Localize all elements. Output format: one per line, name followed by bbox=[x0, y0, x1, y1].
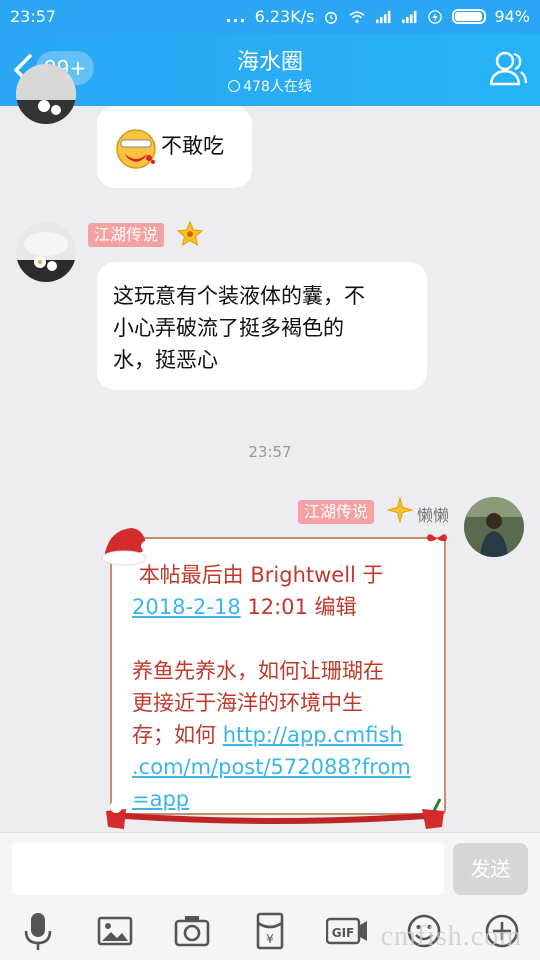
message-text: 不敢吃 bbox=[161, 134, 224, 158]
edit-note-prefix: 本帖最后由 Brightwell 于 bbox=[138, 563, 384, 587]
online-count: 478人在线 bbox=[0, 76, 540, 96]
card-content: 本帖最后由 Brightwell 于 2018-2-18 12:01 编辑 养鱼… bbox=[132, 559, 432, 815]
message-bubble[interactable]: 不敢吃 bbox=[97, 106, 252, 188]
rank-tag: 江湖传说 bbox=[88, 223, 165, 247]
status-time: 23:57 bbox=[10, 7, 57, 26]
page-title: 海水圈 bbox=[236, 50, 303, 75]
message-line: 水，挺恶心 bbox=[113, 348, 218, 372]
flower-avatar-icon bbox=[16, 64, 76, 124]
microphone-icon[interactable] bbox=[20, 911, 56, 951]
signal-icon-2 bbox=[402, 10, 417, 23]
post-url-link[interactable]: .com/m/post/572088?from bbox=[132, 755, 411, 779]
body-line: 存；如何 bbox=[132, 723, 223, 747]
input-area: 发送 ¥ GIF cmfish.com bbox=[0, 832, 540, 960]
svg-text:¥: ¥ bbox=[266, 932, 274, 946]
alarm-icon bbox=[325, 11, 338, 24]
body-line: 养鱼先养水，如何让珊瑚在 bbox=[132, 659, 384, 683]
sick-face-emoji-icon bbox=[116, 129, 156, 169]
avatar[interactable] bbox=[464, 497, 524, 557]
message-line: 小心弄破流了挺多褐色的 bbox=[113, 316, 344, 340]
battery-fill bbox=[455, 12, 482, 21]
status-dots: ... bbox=[225, 7, 247, 26]
svg-text:GIF: GIF bbox=[332, 926, 355, 940]
online-text: 478人在线 bbox=[243, 79, 312, 95]
battery-icon bbox=[452, 9, 487, 24]
group-members-icon[interactable] bbox=[488, 48, 528, 88]
gif-icon[interactable]: GIF bbox=[326, 911, 368, 951]
message-bubble[interactable]: 这玩意有个装液体的囊，不 小心弄破流了挺多褐色的 水，挺恶心 bbox=[97, 262, 427, 390]
gift-bow-icon bbox=[427, 534, 447, 542]
avatar[interactable] bbox=[16, 64, 76, 124]
body-line: 更接近于海洋的环境中生 bbox=[132, 691, 363, 715]
festive-ribbon-icon bbox=[106, 798, 444, 829]
wifi-icon bbox=[349, 10, 365, 23]
rank-tag: 江湖传说 bbox=[298, 500, 375, 524]
edited-post-card[interactable]: 本帖最后由 Brightwell 于 2018-2-18 12:01 编辑 养鱼… bbox=[110, 537, 446, 815]
message-line: 这玩意有个装液体的囊，不 bbox=[113, 284, 365, 308]
message-input[interactable] bbox=[12, 843, 444, 895]
chat-header: 99+ 海水圈 478人在线 bbox=[0, 34, 540, 106]
post-url-link[interactable]: http://app.cmfish bbox=[223, 723, 403, 747]
sparkle-badge-icon bbox=[387, 497, 413, 523]
send-button[interactable]: 发送 bbox=[453, 843, 528, 895]
red-packet-icon[interactable]: ¥ bbox=[252, 911, 288, 951]
signal-icon bbox=[376, 10, 391, 23]
status-bar: 23:57 ... 6.23K/s 94% bbox=[0, 0, 540, 34]
nickname: 懒懒 bbox=[417, 506, 450, 525]
santa-hat-icon bbox=[101, 528, 151, 566]
avatar[interactable] bbox=[16, 222, 76, 282]
network-speed: 6.23K/s bbox=[254, 7, 315, 26]
online-indicator-icon bbox=[228, 80, 241, 92]
date-link[interactable]: 2018-2-18 bbox=[132, 595, 241, 619]
star-badge-icon bbox=[177, 221, 203, 247]
edit-note-line: 本帖最后由 Brightwell 于 bbox=[132, 559, 432, 591]
image-icon[interactable] bbox=[97, 911, 133, 951]
person-avatar-icon bbox=[464, 497, 524, 557]
edit-date-line: 2018-2-18 12:01 编辑 bbox=[132, 591, 432, 623]
timestamp: 23:57 bbox=[248, 443, 292, 461]
status-right: ... 6.23K/s 94% bbox=[225, 7, 530, 26]
edit-date-rest: 12:01 编辑 bbox=[240, 595, 357, 619]
watermark: cmfish.com bbox=[380, 921, 522, 952]
battery-percent: 94% bbox=[494, 7, 530, 26]
body-line-with-link: 存；如何 http://app.cmfish bbox=[132, 719, 432, 751]
charging-icon bbox=[428, 9, 443, 24]
flower-avatar-icon bbox=[16, 222, 76, 282]
camera-icon[interactable] bbox=[174, 911, 210, 951]
